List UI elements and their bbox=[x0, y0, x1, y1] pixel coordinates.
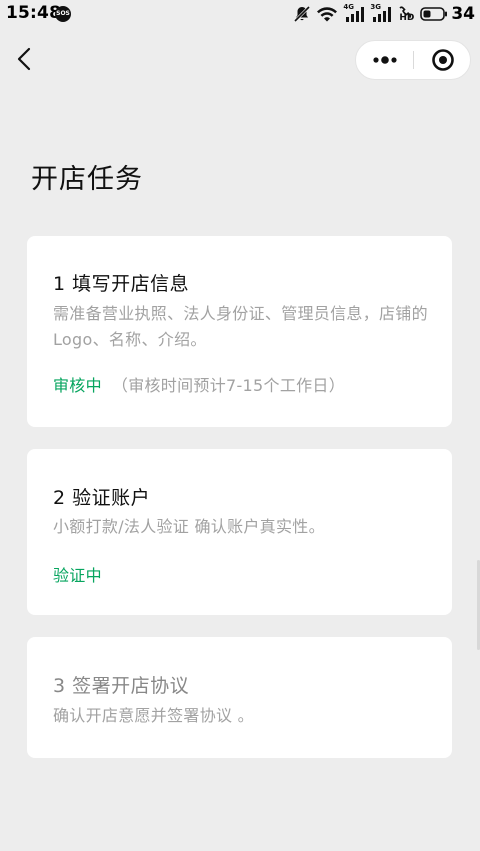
hd-call-icon: HD bbox=[397, 5, 415, 23]
task-status-note: （审核时间预计7-15个工作日） bbox=[111, 376, 346, 395]
back-button[interactable] bbox=[12, 44, 40, 74]
task-description: 小额打款/法人验证 确认账户真实性。 bbox=[53, 517, 325, 536]
mini-program-capsule bbox=[355, 40, 471, 80]
task-title: 1 填写开店信息 bbox=[53, 273, 190, 295]
more-button[interactable] bbox=[356, 41, 413, 79]
bell-slash-icon bbox=[294, 5, 311, 23]
close-button[interactable] bbox=[414, 41, 471, 79]
battery-level: 34 bbox=[451, 4, 475, 24]
page-title: 开店任务 bbox=[31, 164, 143, 195]
status-indicators: 4G 3G HD 34 bbox=[293, 3, 475, 25]
nav-bar bbox=[0, 34, 480, 84]
task-description: 需准备营业执照、法人身份证、管理员信息，店铺的Logo、名称、介绍。 bbox=[53, 304, 428, 349]
task-status: 审核中 bbox=[53, 376, 102, 395]
task-card-sign-agreement[interactable]: 3 签署开店协议 确认开店意愿并签署协议 。 bbox=[27, 637, 452, 758]
task-card-fill-info[interactable]: 1 填写开店信息 需准备营业执照、法人身份证、管理员信息，店铺的Logo、名称、… bbox=[27, 236, 452, 427]
task-card-verify-account[interactable]: 2 验证账户 小额打款/法人验证 确认账户真实性。 验证中 bbox=[27, 449, 452, 615]
signal-3g-icon: 3G bbox=[370, 3, 392, 23]
wifi-icon bbox=[317, 7, 338, 22]
task-title: 2 验证账户 bbox=[53, 487, 151, 509]
more-dots-icon bbox=[373, 56, 397, 64]
signal-4g-icon: 4G bbox=[343, 3, 365, 23]
task-status: 验证中 bbox=[53, 566, 102, 585]
target-circle-icon bbox=[432, 49, 454, 71]
battery-icon bbox=[420, 7, 448, 21]
task-title: 3 签署开店协议 bbox=[53, 675, 190, 697]
status-bar: 15:48 SOS 4G 3G HD 34 bbox=[0, 0, 480, 30]
sos-icon: SOS bbox=[55, 6, 71, 22]
chevron-left-icon bbox=[17, 47, 31, 71]
status-time: 15:48 bbox=[6, 3, 62, 23]
task-status-row: 验证中 bbox=[53, 562, 102, 586]
hd-label: HD bbox=[399, 13, 415, 23]
task-description: 确认开店意愿并签署协议 。 bbox=[53, 706, 254, 725]
task-status-row: 审核中 （审核时间预计7-15个工作日） bbox=[53, 372, 345, 396]
